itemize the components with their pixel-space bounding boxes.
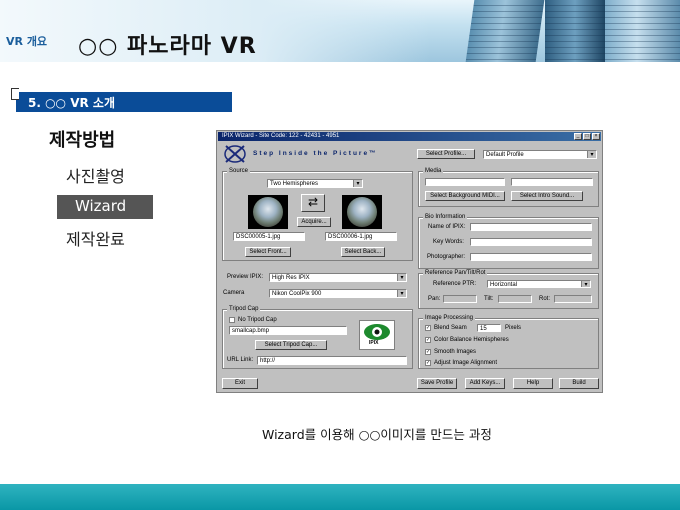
ipix-wizard-window: IPIX Wizard - Site Code: 122 - 42431 - 4… [216, 130, 603, 393]
select-back-button[interactable]: Select Back... [341, 247, 385, 257]
adjust-alignment-label: Adjust Image Alignment [434, 360, 498, 366]
slide-header: VR 개요 ○○ 파노라마 VR [0, 0, 680, 62]
minimize-icon[interactable]: _ [574, 133, 582, 140]
adjust-alignment-checkbox[interactable]: ✓ [425, 360, 431, 366]
header-small-label: VR 개요 [6, 35, 48, 48]
preview-label: Preview IPIX: [227, 274, 264, 280]
save-profile-button[interactable]: Save Profile [417, 378, 457, 389]
rot-label: Rot: [539, 296, 551, 302]
slide-title: ○○ 파노라마 VR [78, 34, 257, 59]
front-file-field[interactable]: DSC00005-1.jpg [233, 232, 305, 241]
section-bar: 5. ○○ VR 소개 [11, 88, 232, 112]
bio-group-label: Bio Information [423, 214, 468, 220]
midi-file-field[interactable] [425, 178, 505, 186]
media-group: Media [418, 168, 599, 207]
reference-group: Reference Pan/Tilt/Rot [418, 270, 599, 309]
url-field[interactable]: http:// [257, 356, 407, 365]
profile-select[interactable]: Default Profile [483, 150, 597, 159]
url-label: URL Link: [227, 357, 254, 363]
pixels-label: Pixels [505, 325, 522, 331]
photographer-label: Photographer: [427, 254, 466, 260]
ptr-label: Reference PTR: [433, 281, 477, 287]
exit-button[interactable]: Exit [222, 378, 258, 389]
smooth-images-checkbox[interactable]: ✓ [425, 349, 431, 355]
back-hemisphere-image [342, 195, 382, 229]
outline-item-photo: 사진촬영 [66, 167, 125, 186]
media-group-label: Media [423, 168, 444, 174]
tripod-group-label: Tripod Cap [227, 306, 261, 312]
select-intro-sound-button[interactable]: Select Intro Sound... [511, 191, 583, 201]
photographer-field[interactable] [470, 253, 592, 261]
name-label: Name of IPIX: [428, 224, 466, 230]
select-bg-midi-button[interactable]: Select Background MIDI... [425, 191, 505, 201]
select-front-button[interactable]: Select Front... [245, 247, 291, 257]
tilt-field[interactable] [498, 295, 532, 303]
blend-seam-checkbox[interactable]: ✓ [425, 325, 431, 331]
color-balance-label: Color Balance Hemispheres [434, 337, 509, 343]
keywords-field[interactable] [470, 238, 592, 246]
maximize-icon[interactable]: □ [583, 133, 591, 140]
window-title: IPIX Wizard - Site Code: 122 - 42431 - 4… [222, 133, 340, 139]
outline-item-wizard: Wizard [57, 195, 153, 219]
front-hemisphere-image [248, 195, 288, 229]
sound-file-field[interactable] [511, 178, 593, 186]
wizard-tagline: Step Inside the Picture™ [253, 150, 378, 157]
no-tripod-checkbox[interactable] [229, 317, 235, 323]
help-button[interactable]: Help [513, 378, 553, 389]
outline-item-done: 제작완료 [66, 230, 125, 249]
building-image [545, 0, 605, 62]
slide-caption: Wizard를 이용해 ○○이미지를 만드는 과정 [262, 427, 492, 442]
ipix-badge-text: IPIX [369, 340, 379, 346]
acquire-button[interactable]: Acquire... [297, 217, 331, 227]
blend-seam-label: Blend Seam [434, 325, 467, 331]
camera-select[interactable]: Nikon CoolPix 900 [269, 289, 407, 298]
reference-group-label: Reference Pan/Tilt/Rot [423, 270, 488, 276]
pan-field[interactable] [443, 295, 477, 303]
select-profile-button[interactable]: Select Profile... [417, 149, 475, 159]
pan-label: Pan: [428, 296, 441, 302]
source-mode-select[interactable]: Two Hemispheres [267, 179, 363, 188]
build-button[interactable]: Build [559, 378, 599, 389]
keywords-label: Key Words: [433, 239, 464, 245]
ptr-select[interactable]: Horizontal [487, 280, 591, 288]
outline-heading: 제작방법 [49, 130, 116, 151]
add-keys-button[interactable]: Add Keys... [465, 378, 505, 389]
blend-seam-stepper[interactable]: 15 [477, 324, 501, 332]
tripod-file-field[interactable]: smallcap.bmp [229, 326, 347, 335]
preview-select[interactable]: High Res IPIX [269, 273, 407, 282]
building-image [605, 0, 680, 62]
section-marker [11, 88, 19, 100]
image-processing-group-label: Image Processing [423, 315, 476, 321]
no-tripod-label: No Tripod Cap [238, 317, 277, 323]
window-titlebar: IPIX Wizard - Site Code: 122 - 42431 - 4… [218, 132, 601, 141]
section-label: 5. ○○ VR 소개 [28, 96, 115, 110]
select-tripod-cap-button[interactable]: Select Tripod Cap... [255, 340, 327, 350]
swap-arrows-icon[interactable]: ⇄ [301, 194, 325, 212]
source-group-label: Source [227, 168, 251, 174]
camera-label: Camera [223, 290, 245, 296]
footer-bar [0, 484, 680, 510]
color-balance-checkbox[interactable]: ✓ [425, 337, 431, 343]
building-image [465, 0, 545, 62]
rot-field[interactable] [554, 295, 592, 303]
tilt-label: Tilt: [484, 296, 494, 302]
smooth-images-label: Smooth Images [434, 349, 477, 355]
close-icon[interactable]: × [592, 133, 600, 140]
back-file-field[interactable]: DSC00006-1.jpg [325, 232, 397, 241]
ipix-logo-icon [224, 145, 246, 163]
name-field[interactable] [470, 223, 592, 231]
